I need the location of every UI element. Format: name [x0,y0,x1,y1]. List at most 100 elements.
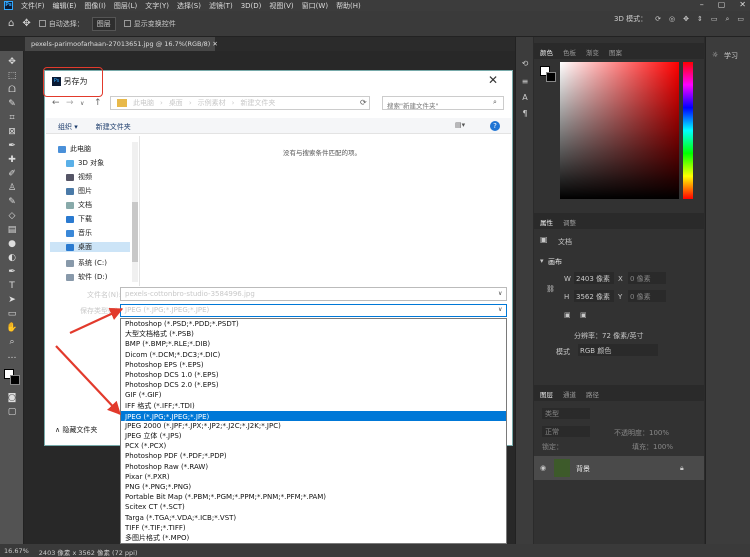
video-icon[interactable]: ▭ [711,15,718,23]
tab-layers[interactable]: 图层 [540,389,553,399]
nav-3d-objects[interactable]: 3D 对象 [66,158,104,168]
recent-dropdown-icon[interactable]: ∨ [80,100,84,107]
frame-icon[interactable]: ⊠ [6,127,18,137]
filetype-option[interactable]: Pixar (*.PXR) [121,472,506,482]
menu-3d[interactable]: 3D(D) [241,2,262,10]
visibility-eye-icon[interactable]: ◉ [540,464,546,472]
lightbulb-icon[interactable]: ☼ [712,51,718,59]
filetype-option[interactable]: BMP (*.BMP;*.RLE;*.DIB) [121,339,506,349]
crop-icon[interactable]: ⌗ [6,113,18,123]
breadcrumb-newfolder[interactable]: 新建文件夹 [240,98,275,108]
screen-mode-icon[interactable]: ▢ [6,407,18,417]
filename-input[interactable]: pexels-cottonbro-studio-3584996.jpg [120,287,507,301]
new-folder-button[interactable]: 新建文件夹 [96,122,131,131]
filetype-dropdown-icon[interactable]: ∨ [498,306,502,313]
filetype-option[interactable]: Targa (*.TGA;*.VDA;*.ICB;*.VST) [121,513,506,523]
fill-field[interactable]: 填充：100% [632,442,673,452]
gradient-icon[interactable]: ▤ [6,225,18,235]
address-bar[interactable]: 此电脑 › 桌面 › 示例素材 › 新建文件夹 [110,96,370,110]
background-swatch[interactable] [546,72,556,82]
history-icon[interactable]: ⟲ [520,59,530,69]
nav-scroll-thumb[interactable] [132,202,138,262]
filetype-option[interactable]: Dicom (*.DCM;*.DC3;*.DIC) [121,350,506,360]
landscape-icon[interactable]: ▣ [580,311,587,319]
filetype-option[interactable]: Photoshop DCS 1.0 (*.EPS) [121,370,506,380]
menu-edit[interactable]: 编辑(E) [53,1,77,11]
pan-3d-icon[interactable]: ✥ [683,15,689,23]
menu-select[interactable]: 选择(S) [177,1,201,11]
up-icon[interactable]: ↑ [94,98,102,108]
layer-filter-select[interactable]: 类型 [542,408,590,419]
quick-select-icon[interactable]: ✎ [6,99,18,109]
document-tab[interactable]: pexels-parimoofarhaan-27013651.jpg @ 16.… [25,37,218,51]
blend-mode-select[interactable]: 正常 [542,426,590,437]
width-field[interactable]: 2403 像素 [574,272,614,284]
filetype-option[interactable]: Photoshop EPS (*.EPS) [121,360,506,370]
filetype-option[interactable]: 多图片格式 (*.MPO) [121,533,506,543]
tab-channels[interactable]: 通道 [563,389,576,399]
filetype-option[interactable]: IFF 格式 (*.IFF;*.TDI) [121,401,506,411]
hand-icon[interactable]: ✋ [6,323,18,333]
organize-button[interactable]: 组织 ▾ [58,122,78,131]
nav-videos[interactable]: 视频 [66,172,92,182]
tab-properties[interactable]: 属性 [540,217,553,227]
filetype-option[interactable]: JPEG 2000 (*.JPF;*.JPX;*.JP2;*.J2C;*.J2K… [121,421,506,431]
paragraph-icon[interactable]: ¶ [520,109,530,119]
portrait-icon[interactable]: ▣ [564,311,571,319]
filetype-option[interactable]: PNG (*.PNG;*.PNG) [121,482,506,492]
opacity-field[interactable]: 不透明度：100% [614,428,669,438]
filetype-select[interactable]: JPEG (*.JPG;*.JPEG;*.JPE) [120,304,507,317]
color-field[interactable] [560,62,679,199]
search-ps-icon[interactable]: ⌕ [725,15,729,24]
move-icon[interactable]: ✥ [6,57,18,67]
auto-select-checkbox[interactable]: 自动选择： [38,19,84,29]
nav-downloads[interactable]: 下载 [66,214,92,224]
menu-layer[interactable]: 图层(L) [114,1,137,11]
filetype-option[interactable]: GIF (*.GIF) [121,390,506,400]
nav-pictures[interactable]: 图片 [66,186,92,196]
dodge-icon[interactable]: ◐ [6,253,18,263]
back-icon[interactable]: ← [52,98,60,108]
tab-gradients[interactable]: 渐变 [586,47,599,57]
hide-folders-toggle[interactable]: ∧ 隐藏文件夹 [55,425,97,435]
marquee-icon[interactable]: ⬚ [6,71,18,81]
nav-scrollbar[interactable] [132,142,138,282]
tab-adjustments[interactable]: 调整 [563,217,576,227]
shape-icon[interactable]: ▭ [6,309,18,319]
eyedropper-icon[interactable]: ✒ [6,141,18,151]
home-icon[interactable]: ⌂ [8,18,14,29]
nav-desktop[interactable]: 桌面 [50,242,130,252]
breadcrumb-pc[interactable]: 此电脑 [133,98,154,108]
filetype-option[interactable]: Photoshop (*.PSD;*.PDD;*.PSDT) [121,319,506,329]
slide-3d-icon[interactable]: ⇕ [697,15,703,23]
x-field[interactable]: 0 像素 [628,272,666,284]
link-icon[interactable]: ⛓ [546,285,555,293]
tab-swatches[interactable]: 色板 [563,47,576,57]
filetype-option[interactable]: 大型文档格式 (*.PSB) [121,329,506,339]
learn-label[interactable]: 学习 [724,51,738,61]
tab-patterns[interactable]: 图案 [609,47,622,57]
filetype-option[interactable]: Photoshop DCS 2.0 (*.EPS) [121,380,506,390]
y-field[interactable]: 0 像素 [628,290,666,302]
breadcrumb-desktop[interactable]: 桌面 [169,98,183,108]
path-select-icon[interactable]: ➤ [6,295,18,305]
lasso-icon[interactable]: ᗝ [6,85,18,95]
search-icon[interactable]: ⌕ [493,98,497,107]
help-icon[interactable]: ? [490,121,500,131]
mode-select[interactable]: RGB 颜色 [578,344,658,356]
tab-paths[interactable]: 路径 [586,389,599,399]
menu-help[interactable]: 帮助(H) [336,1,361,11]
nav-music[interactable]: 音乐 [66,228,92,238]
menu-filter[interactable]: 滤镜(T) [209,1,233,11]
healing-icon[interactable]: ✚ [6,155,18,165]
roll-3d-icon[interactable]: ◎ [669,15,675,23]
layer-select-dropdown[interactable]: 图层 [91,16,116,31]
nav-this-pc[interactable]: 此电脑 [58,144,91,154]
more-tools-icon[interactable]: … [6,351,18,361]
filetype-option[interactable]: PCX (*.PCX) [121,441,506,451]
canvas-toggle-icon[interactable]: ▾ [540,257,544,265]
filetype-option[interactable]: JPEG (*.JPG;*.JPEG;*.JPE) [121,410,506,421]
blur-icon[interactable]: ● [6,239,18,249]
view-options-icon[interactable]: ▤▾ [455,121,465,129]
forward-icon[interactable]: → [66,98,74,108]
